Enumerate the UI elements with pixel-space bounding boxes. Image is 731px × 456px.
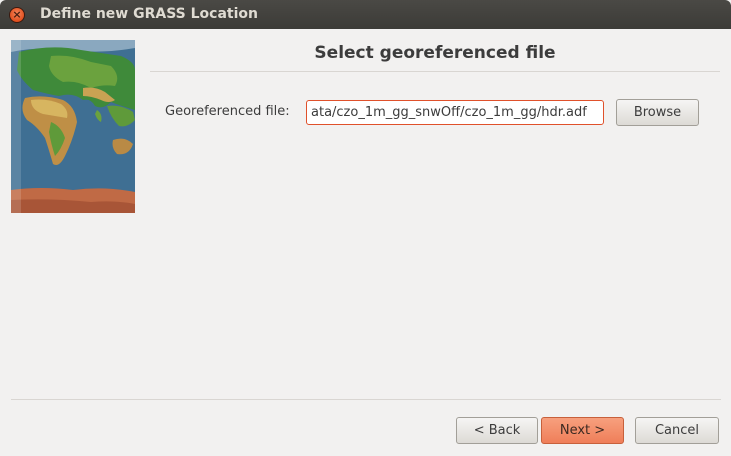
georeferenced-file-input[interactable] [306,100,604,125]
georeferenced-file-label: Georeferenced file: [165,104,290,119]
browse-button[interactable]: Browse [616,99,699,126]
next-button[interactable]: Next > [541,417,624,444]
header-divider [150,71,720,72]
world-map-image [11,40,135,213]
page-title: Select georeferenced file [314,43,556,63]
close-icon[interactable]: × [9,7,25,23]
footer-divider [11,399,721,400]
grass-location-wizard: × Define new GRASS Location Select geore… [0,0,731,456]
title-bar[interactable]: × Define new GRASS Location [0,0,731,29]
back-button[interactable]: < Back [456,417,538,444]
window-title: Define new GRASS Location [40,6,258,22]
cancel-button[interactable]: Cancel [635,417,719,444]
